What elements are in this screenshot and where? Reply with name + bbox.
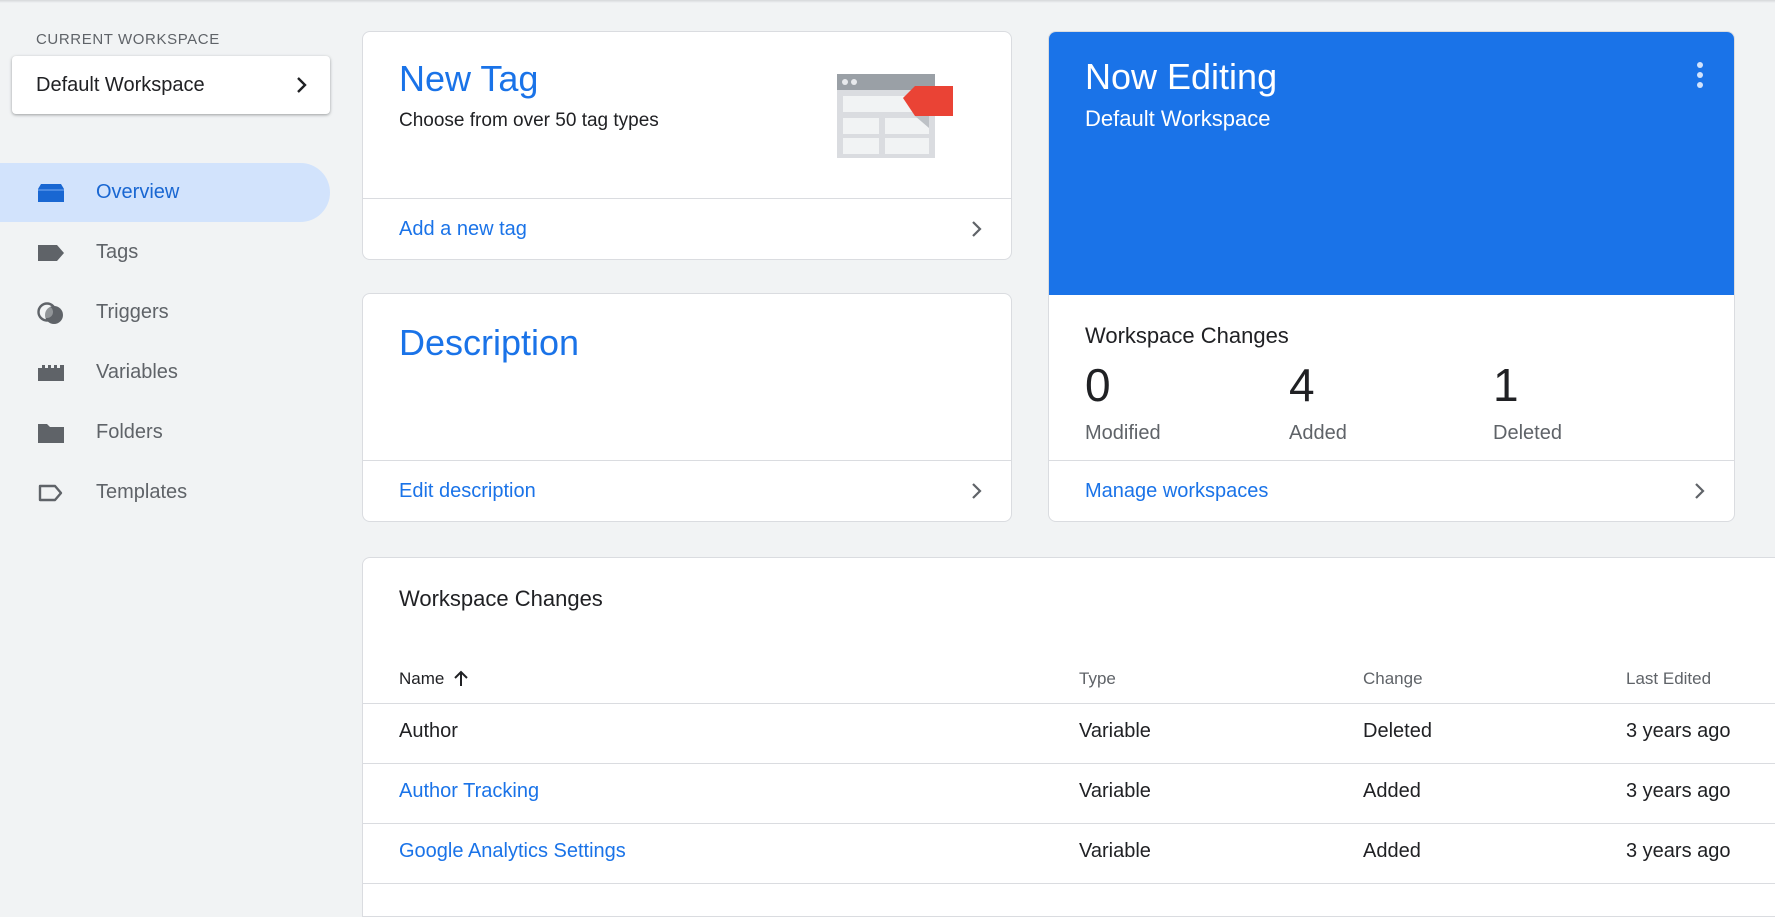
sidebar-item-triggers[interactable]: Triggers: [0, 283, 330, 342]
now-editing-title: Now Editing: [1085, 56, 1278, 97]
column-header-type[interactable]: Type: [1079, 669, 1116, 689]
add-new-tag-link[interactable]: Add a new tag: [363, 198, 1011, 259]
chevron-right-icon: [972, 483, 982, 499]
description-title: Description: [399, 322, 580, 363]
cell-type: Variable: [1079, 720, 1151, 742]
sidebar-item-label: Variables: [96, 361, 178, 383]
new-tag-title[interactable]: New Tag: [399, 58, 538, 100]
sidebar-nav: Overview Tags Triggers Variables Folders…: [0, 163, 330, 523]
sidebar-item-tags[interactable]: Tags: [0, 223, 330, 282]
column-header-name[interactable]: Name: [399, 669, 470, 689]
cell-last-edited: 3 years ago: [1626, 840, 1731, 862]
sidebar-item-variables[interactable]: Variables: [0, 343, 330, 402]
new-tag-card: New Tag Choose from over 50 tag types Ad…: [362, 31, 1012, 260]
folder-icon: [36, 422, 66, 444]
chevron-right-icon: [972, 221, 982, 237]
sidebar-item-label: Templates: [96, 481, 188, 503]
editing-workspace-name: Default Workspace: [1085, 106, 1271, 131]
stat-added: 4 Added: [1289, 362, 1347, 445]
cell-name: Author: [399, 720, 458, 742]
edit-description-link[interactable]: Edit description: [363, 460, 1011, 521]
column-header-last-edited[interactable]: Last Edited: [1626, 669, 1711, 689]
table-row[interactable]: Author Tracking Variable Added 3 years a…: [363, 764, 1775, 824]
workspace-selector[interactable]: Default Workspace: [12, 56, 330, 114]
trigger-icon: [36, 301, 66, 324]
stat-modified: 0 Modified: [1085, 362, 1161, 445]
manage-workspaces-link[interactable]: Manage workspaces: [1049, 460, 1734, 521]
cell-name-link[interactable]: Author Tracking: [399, 780, 539, 803]
cell-change: Added: [1363, 840, 1421, 862]
sidebar-item-templates[interactable]: Templates: [0, 463, 330, 522]
cell-type: Variable: [1079, 780, 1151, 802]
chevron-right-icon: [1695, 483, 1705, 499]
now-editing-card: Now Editing Default Workspace Workspace …: [1048, 31, 1735, 522]
variables-icon: [36, 362, 66, 384]
sidebar-item-label: Triggers: [96, 301, 169, 323]
table-row[interactable]: Google Analytics Settings Variable Added…: [363, 824, 1775, 884]
sidebar-item-overview[interactable]: Overview: [0, 163, 330, 222]
top-shadow: [0, 0, 1775, 3]
workspace-name: Default Workspace: [36, 73, 205, 96]
new-tag-subtitle: Choose from over 50 tag types: [399, 110, 659, 131]
cell-last-edited: 3 years ago: [1626, 780, 1731, 802]
cell-last-edited: 3 years ago: [1626, 720, 1731, 742]
cell-change: Added: [1363, 780, 1421, 802]
stat-value: 0: [1085, 359, 1111, 411]
stat-label: Added: [1289, 422, 1347, 444]
workspace-changes-table-card: Workspace Changes Name Type Change Last …: [362, 557, 1775, 917]
column-header-change[interactable]: Change: [1363, 669, 1423, 689]
tag-illustration-icon: [837, 74, 953, 158]
cell-change: Deleted: [1363, 720, 1432, 742]
current-workspace-label: CURRENT WORKSPACE: [36, 31, 220, 48]
table-row[interactable]: Author Variable Deleted 3 years ago: [363, 704, 1775, 764]
stat-label: Modified: [1085, 422, 1161, 444]
table-caption: Workspace Changes: [399, 586, 603, 611]
sidebar-item-label: Folders: [96, 421, 163, 443]
manage-workspaces-label: Manage workspaces: [1085, 479, 1269, 502]
cell-name-link[interactable]: Google Analytics Settings: [399, 840, 626, 863]
stat-value: 4: [1289, 359, 1315, 411]
stat-label: Deleted: [1493, 422, 1562, 444]
sort-ascending-icon: [454, 670, 469, 686]
stat-value: 1: [1493, 359, 1519, 411]
chevron-right-icon: [297, 77, 307, 93]
sidebar-item-label: Tags: [96, 241, 139, 263]
sidebar-item-folders[interactable]: Folders: [0, 403, 330, 462]
workspace-changes-label: Workspace Changes: [1085, 323, 1289, 348]
now-editing-header: Now Editing Default Workspace: [1049, 32, 1734, 295]
stat-deleted: 1 Deleted: [1493, 362, 1562, 445]
column-header-label: Name: [399, 669, 445, 688]
tag-icon: [36, 242, 66, 264]
description-card: Description Edit description: [362, 293, 1012, 522]
table-header: Name Type Change Last Edited: [363, 653, 1775, 704]
more-vert-icon[interactable]: [1696, 62, 1704, 92]
template-icon: [36, 482, 66, 504]
overview-icon: [36, 182, 66, 204]
edit-description-label: Edit description: [399, 479, 536, 502]
sidebar-item-label: Overview: [96, 181, 180, 203]
add-new-tag-label: Add a new tag: [399, 217, 527, 240]
cell-type: Variable: [1079, 840, 1151, 862]
